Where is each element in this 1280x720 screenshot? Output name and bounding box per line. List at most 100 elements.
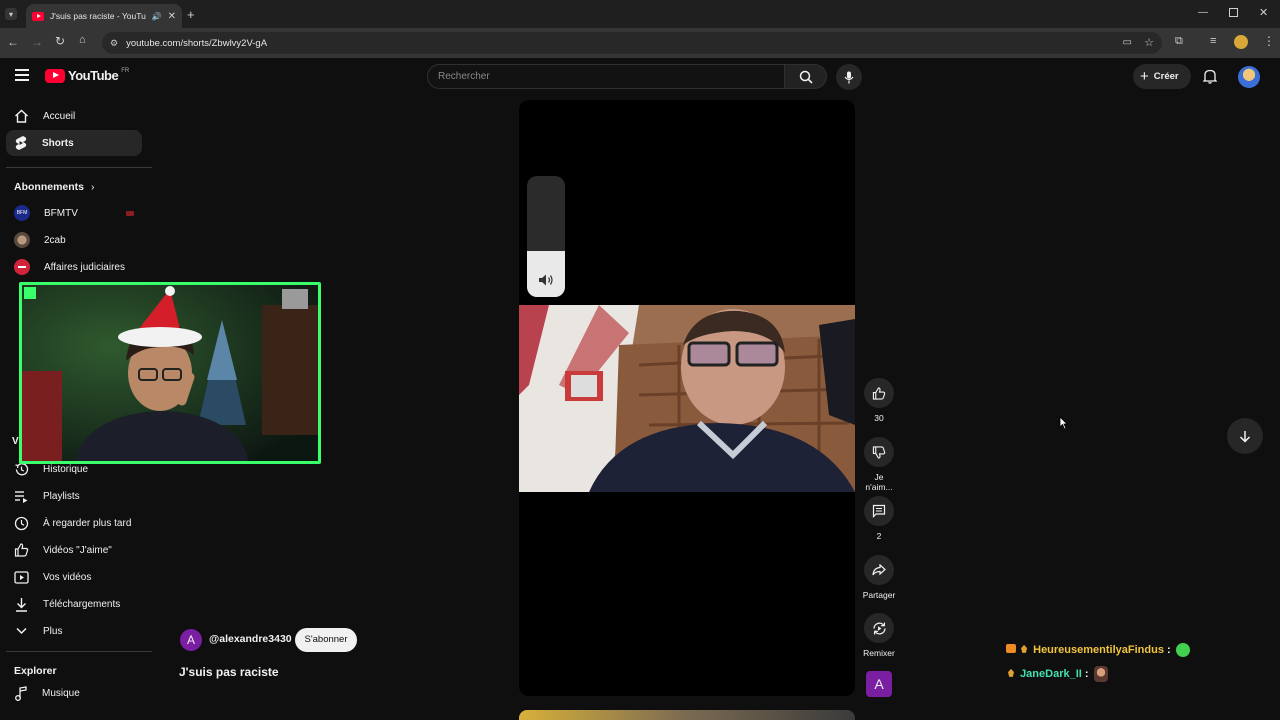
- next-short-preview[interactable]: [519, 710, 855, 720]
- dislike-button[interactable]: Je n'aim...: [860, 437, 898, 492]
- search-icon: [799, 70, 813, 84]
- webcam-scene: [22, 285, 318, 461]
- video-icon: [14, 570, 29, 584]
- user-section-initial: V: [12, 436, 19, 447]
- live-indicator-icon: [126, 210, 134, 216]
- close-window-icon[interactable]: ✕: [1259, 6, 1268, 19]
- reload-icon[interactable]: ↻: [55, 34, 65, 48]
- shorts-icon: [15, 136, 27, 150]
- sidebar-item-downloads[interactable]: Téléchargements: [6, 591, 142, 617]
- short-title: J'suis pas raciste: [179, 665, 279, 679]
- sidebar-item-your-videos[interactable]: Vos vidéos: [6, 564, 142, 590]
- microphone-icon: [844, 71, 854, 83]
- sidebar-divider: [6, 651, 152, 652]
- sidebar-item-music[interactable]: Musique: [6, 680, 142, 706]
- speaker-icon[interactable]: 🔊: [152, 12, 162, 21]
- extensions-icon[interactable]: ⧉: [1175, 35, 1183, 48]
- playlist-icon: [15, 490, 28, 503]
- browser-menu-icon[interactable]: ⋮: [1263, 34, 1275, 48]
- sidebar-item-subscription[interactable]: 2cab: [6, 227, 142, 253]
- next-short-button[interactable]: [1227, 418, 1263, 454]
- remix-label: Remixer: [863, 648, 895, 658]
- search-button[interactable]: [785, 64, 827, 89]
- tab-search-icon[interactable]: ▾: [5, 8, 17, 20]
- sidebar-item-label: BFMTV: [44, 207, 78, 219]
- chevron-down-icon: [16, 627, 27, 635]
- forward-icon[interactable]: →: [31, 35, 43, 49]
- chevron-right-icon: ›: [90, 181, 95, 193]
- clock-icon: [14, 516, 29, 530]
- explore-heading: Explorer: [14, 665, 57, 677]
- bookmark-star-icon[interactable]: ☆: [1144, 36, 1154, 49]
- chat-badge-icon: [1006, 643, 1016, 653]
- sidebar-item-home[interactable]: Accueil: [6, 103, 142, 129]
- home-browser-icon[interactable]: ⌂: [79, 34, 86, 46]
- channel-avatar: [14, 232, 30, 248]
- account-avatar[interactable]: [1238, 66, 1260, 88]
- sidebar-item-label: Historique: [43, 463, 89, 475]
- sidebar-item-label: Plus: [43, 625, 63, 637]
- close-tab-icon[interactable]: ✕: [168, 11, 176, 22]
- comment-icon: [872, 504, 886, 518]
- minimize-icon[interactable]: —: [1198, 7, 1208, 18]
- remix-button[interactable]: Remixer: [860, 613, 898, 658]
- chat-username: HeureusementilyaFindus: [1033, 643, 1164, 656]
- create-label: Créer: [1153, 71, 1179, 82]
- browser-profile-avatar[interactable]: [1234, 35, 1248, 49]
- sidebar-item-liked-videos[interactable]: Vidéos "J'aime": [6, 537, 142, 563]
- thumb-up-icon: [14, 543, 29, 557]
- sidebar-item-shorts[interactable]: Shorts: [6, 130, 142, 156]
- plus-icon: +: [1140, 67, 1149, 85]
- channel-avatar: BFM: [14, 205, 30, 221]
- subscribe-button[interactable]: S'abonner: [295, 628, 357, 652]
- like-button[interactable]: 30: [860, 378, 898, 423]
- channel-avatar-short[interactable]: A: [180, 629, 202, 651]
- create-button[interactable]: + Créer: [1133, 64, 1191, 89]
- comment-count: 2: [876, 531, 882, 541]
- chat-emote-icon: [1175, 643, 1190, 657]
- channel-avatar: [14, 259, 30, 275]
- chat-message: HeureusementilyaFindus :: [1006, 643, 1190, 657]
- channel-handle[interactable]: @alexandre3430: [209, 633, 292, 645]
- comments-button[interactable]: 2: [860, 496, 898, 541]
- voice-search-button[interactable]: [836, 64, 862, 90]
- site-info-icon[interactable]: ⚙: [110, 38, 118, 49]
- volume-icon[interactable]: [538, 273, 554, 287]
- sidebar-item-label: À regarder plus tard: [43, 517, 132, 529]
- browser-tab[interactable]: J'suis pas raciste - YouTube 🔊 ✕: [26, 4, 182, 28]
- sidebar-item-label: Accueil: [43, 110, 76, 122]
- restore-icon[interactable]: [1229, 8, 1238, 17]
- youtube-logo[interactable]: YouTube FR: [45, 68, 129, 83]
- browser-toolbar: ← → ↻ ⌂ ⚙ youtube.com/shorts/Zbwlvy2V-gA…: [0, 28, 1280, 58]
- thumb-down-icon: [872, 445, 886, 459]
- media-control-icon[interactable]: ≡: [1210, 35, 1216, 47]
- sidebar-item-playlists[interactable]: Playlists: [6, 483, 142, 509]
- chat-message: JaneDark_II :: [1008, 666, 1108, 682]
- address-bar[interactable]: ⚙ youtube.com/shorts/Zbwlvy2V-gA ▭ ☆: [102, 32, 1162, 54]
- mouse-cursor-icon: [1059, 416, 1068, 430]
- download-icon: [16, 597, 27, 612]
- shorts-video-player[interactable]: [519, 100, 855, 696]
- hamburger-menu-icon[interactable]: [15, 69, 29, 81]
- chat-badge-icon: [1008, 668, 1014, 677]
- creator-avatar[interactable]: A: [866, 671, 892, 697]
- sidebar-item-watch-later[interactable]: À regarder plus tard: [6, 510, 142, 536]
- sidebar-item-label: 2cab: [44, 234, 66, 246]
- url-text: youtube.com/shorts/Zbwlvy2V-gA: [126, 37, 268, 49]
- like-count: 30: [874, 413, 884, 423]
- notifications-bell-icon[interactable]: [1203, 69, 1217, 84]
- chat-separator: :: [1167, 643, 1171, 656]
- new-tab-icon[interactable]: +: [187, 7, 195, 22]
- cast-icon[interactable]: ▭: [1123, 37, 1132, 48]
- search-input[interactable]: Rechercher: [427, 64, 785, 89]
- remix-icon: [872, 621, 886, 635]
- youtube-favicon-icon: [32, 11, 44, 21]
- sidebar-item-subscription[interactable]: Affaires judiciaires: [6, 254, 142, 280]
- sidebar-item-more[interactable]: Plus: [6, 618, 142, 644]
- volume-slider[interactable]: [527, 176, 565, 297]
- sidebar-item-subscription[interactable]: BFM BFMTV: [6, 200, 142, 226]
- subscriptions-heading[interactable]: Abonnements ›: [14, 181, 94, 193]
- streamer-webcam-overlay: [19, 282, 321, 464]
- share-button[interactable]: Partager: [860, 555, 898, 600]
- back-icon[interactable]: ←: [7, 35, 19, 49]
